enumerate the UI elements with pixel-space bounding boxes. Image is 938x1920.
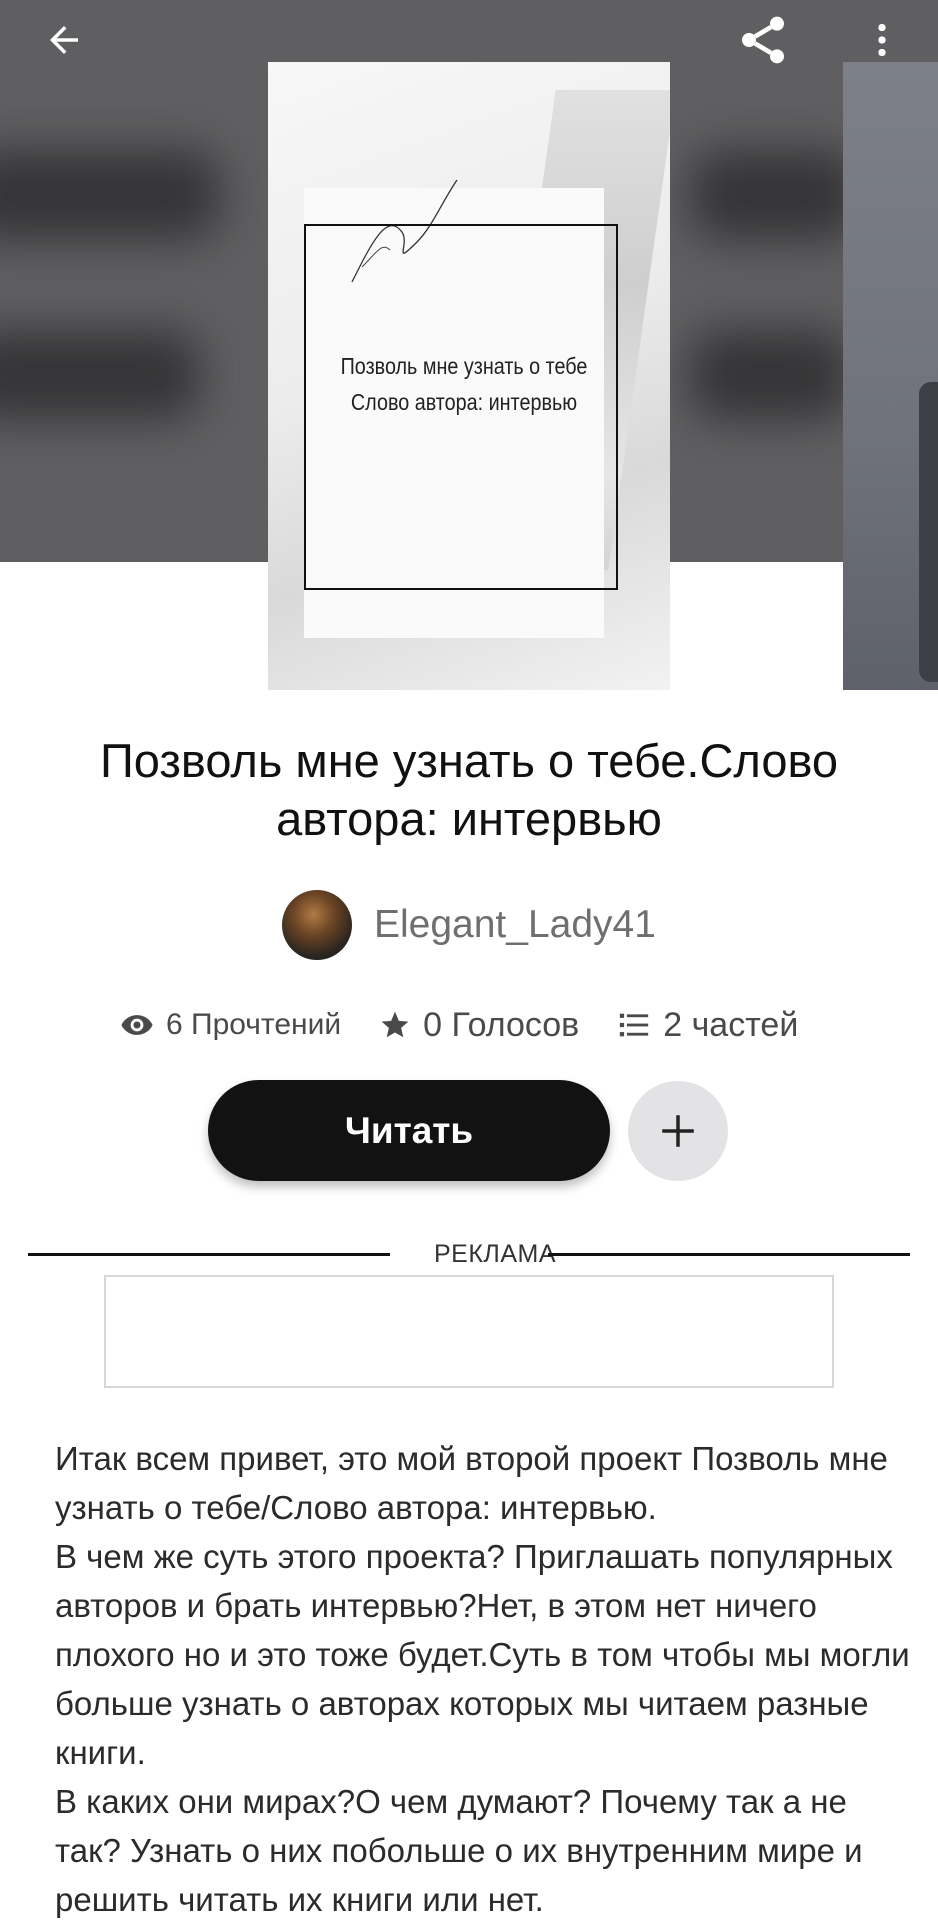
reads-stat: 6 Прочтений — [120, 1008, 341, 1042]
description-paragraph-3: В каких они мирах?О чем думают? Почему т… — [55, 1783, 863, 1918]
list-icon — [620, 1013, 649, 1037]
cover-line-1: Позволь мне узнать о тебе — [340, 353, 588, 379]
divider-line-right — [548, 1253, 910, 1256]
story-stats: 6 Прочтений 0 Голосов 2 частей — [120, 1000, 836, 1050]
more-button[interactable] — [852, 10, 912, 70]
more-vertical-icon — [878, 23, 886, 57]
votes-stat: 0 Голосов — [379, 1006, 579, 1045]
share-button[interactable] — [733, 10, 793, 70]
read-button[interactable]: Читать — [208, 1080, 610, 1181]
parts-count: 2 частей — [663, 1005, 799, 1044]
add-to-library-button[interactable] — [628, 1081, 728, 1181]
plus-icon — [662, 1115, 694, 1147]
description-paragraph-1: Итак всем привет, это мой второй проект … — [55, 1440, 888, 1526]
votes-count: 0 Голосов — [423, 1005, 580, 1044]
ad-banner[interactable] — [104, 1275, 834, 1388]
top-bar — [0, 0, 938, 80]
story-description: Итак всем привет, это мой второй проект … — [55, 1434, 915, 1920]
eye-icon — [121, 1015, 153, 1035]
author-name[interactable]: Elegant_Lady41 — [374, 903, 656, 947]
avatar[interactable] — [282, 890, 352, 960]
cover-title-text: Позволь мне узнать о тебе Слово автора: … — [326, 348, 601, 420]
next-book-cover[interactable] — [843, 62, 938, 690]
story-title: Позволь мне узнать о тебе.Слово автора: … — [99, 734, 839, 845]
parts-stat: 2 частей — [617, 1006, 798, 1045]
arrow-left-icon — [50, 26, 78, 54]
cover-line-2: Слово автора: интервью — [350, 389, 578, 415]
reads-count: 6 Прочтений — [166, 1008, 342, 1041]
back-button[interactable] — [34, 10, 94, 70]
ad-divider: РЕКЛАМА — [28, 1236, 910, 1272]
divider-line-left — [28, 1253, 390, 1256]
share-icon — [742, 16, 784, 64]
book-cover[interactable]: Позволь мне узнать о тебе Слово автора: … — [268, 62, 670, 690]
author-row[interactable]: Elegant_Lady41 — [282, 890, 656, 960]
description-paragraph-2: В чем же суть этого проекта? Приглашать … — [55, 1538, 910, 1771]
star-icon — [381, 1011, 409, 1038]
